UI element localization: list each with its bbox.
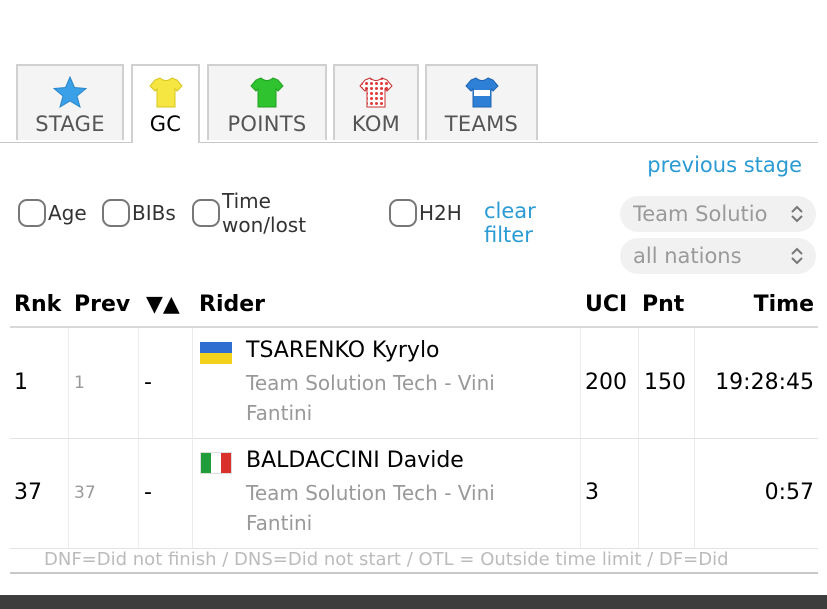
star-icon [53, 76, 87, 108]
column-divider [138, 328, 139, 438]
polka-dot-jersey-icon [359, 77, 393, 108]
rider-name-link[interactable]: BALDACCINI Davide [246, 448, 464, 473]
column-divider [638, 328, 639, 438]
time-won-lost-label: Time won/lost [222, 189, 307, 237]
rank-value: 1 [14, 370, 28, 395]
h2h-label: H2H [419, 201, 462, 225]
filter-age[interactable]: Age [18, 196, 87, 230]
age-checkbox[interactable] [18, 199, 46, 227]
tab-teams-label: TEAMS [444, 112, 519, 136]
time-won-lost-checkbox[interactable] [192, 199, 220, 227]
rank-change-value: - [144, 480, 152, 505]
age-label: Age [48, 201, 87, 225]
table-row: 37 37 - BALDACCINI Davide Team Solution … [10, 438, 818, 549]
rank-change-value: - [144, 370, 152, 395]
tab-gc[interactable]: GC [131, 64, 200, 143]
previous-stage-link[interactable]: previous stage [647, 153, 802, 177]
header-time[interactable]: Time [754, 292, 814, 317]
prev-rank-value: 1 [74, 373, 85, 393]
tab-gc-label: GC [149, 112, 182, 136]
column-divider [68, 438, 69, 548]
italy-flag-icon [200, 452, 232, 474]
yellow-jersey-icon [148, 77, 183, 108]
header-uci[interactable]: UCI [585, 292, 627, 317]
rank-value: 37 [14, 480, 42, 505]
h2h-checkbox[interactable] [389, 199, 417, 227]
divider [10, 572, 818, 574]
bibs-checkbox[interactable] [102, 199, 130, 227]
blue-jersey-icon [464, 77, 499, 108]
table-header: Rnk Prev ▼▲ Rider UCI Pnt Time [10, 284, 818, 328]
header-pnt[interactable]: Pnt [642, 292, 684, 317]
rider-name-link[interactable]: TSARENKO Kyrylo [246, 338, 440, 363]
nation-select-value: all nations [633, 244, 742, 268]
filter-time-won-lost[interactable]: Time won/lost [192, 189, 306, 237]
prev-rank-value: 37 [74, 483, 96, 503]
header-delta[interactable]: ▼▲ [146, 292, 180, 317]
tab-points-label: POINTS [227, 112, 307, 136]
column-divider [580, 438, 581, 548]
column-divider [68, 328, 69, 438]
column-divider [192, 438, 193, 548]
column-divider [580, 328, 581, 438]
column-divider [694, 438, 695, 548]
tab-kom-label: KOM [351, 112, 401, 136]
tab-stage[interactable]: STAGE [16, 64, 124, 140]
ukraine-flag-icon [200, 342, 232, 364]
bottom-bar [0, 595, 827, 609]
uci-points-value: 200 [585, 370, 627, 395]
clear-filter-link[interactable]: clear filter [484, 199, 536, 247]
nation-select[interactable]: all nations [620, 238, 816, 274]
team-name-link[interactable]: Team Solution Tech - Vini Fantini [246, 368, 556, 428]
results-tabs: STAGE GC POINTS KOM TEAMS [0, 64, 818, 143]
updown-chevron-icon [791, 205, 803, 223]
bibs-label: BIBs [132, 201, 176, 225]
time-value: 19:28:45 [715, 370, 814, 395]
time-value: 0:57 [764, 480, 814, 505]
uci-points-value: 3 [585, 480, 599, 505]
column-divider [694, 328, 695, 438]
tab-stage-label: STAGE [35, 112, 105, 136]
team-select-value: Team Solutio [633, 202, 768, 226]
header-rider[interactable]: Rider [199, 292, 265, 317]
column-divider [638, 438, 639, 548]
team-name-link[interactable]: Team Solution Tech - Vini Fantini [246, 478, 556, 538]
points-value: 150 [644, 370, 686, 395]
updown-chevron-icon [791, 247, 803, 265]
column-divider [138, 438, 139, 548]
column-divider [192, 328, 193, 438]
filter-h2h[interactable]: H2H [389, 196, 462, 230]
filter-bibs[interactable]: BIBs [102, 196, 176, 230]
team-select[interactable]: Team Solutio [620, 196, 816, 232]
tab-kom[interactable]: KOM [333, 64, 419, 140]
tab-points[interactable]: POINTS [207, 64, 327, 140]
legend-footnote: DNF=Did not finish / DNS=Did not start /… [44, 549, 729, 570]
header-prev[interactable]: Prev [74, 292, 130, 317]
tab-teams[interactable]: TEAMS [425, 64, 538, 140]
header-rank[interactable]: Rnk [14, 292, 61, 317]
green-jersey-icon [250, 77, 284, 108]
table-row: 1 1 - TSARENKO Kyrylo Team Solution Tech… [10, 328, 818, 439]
